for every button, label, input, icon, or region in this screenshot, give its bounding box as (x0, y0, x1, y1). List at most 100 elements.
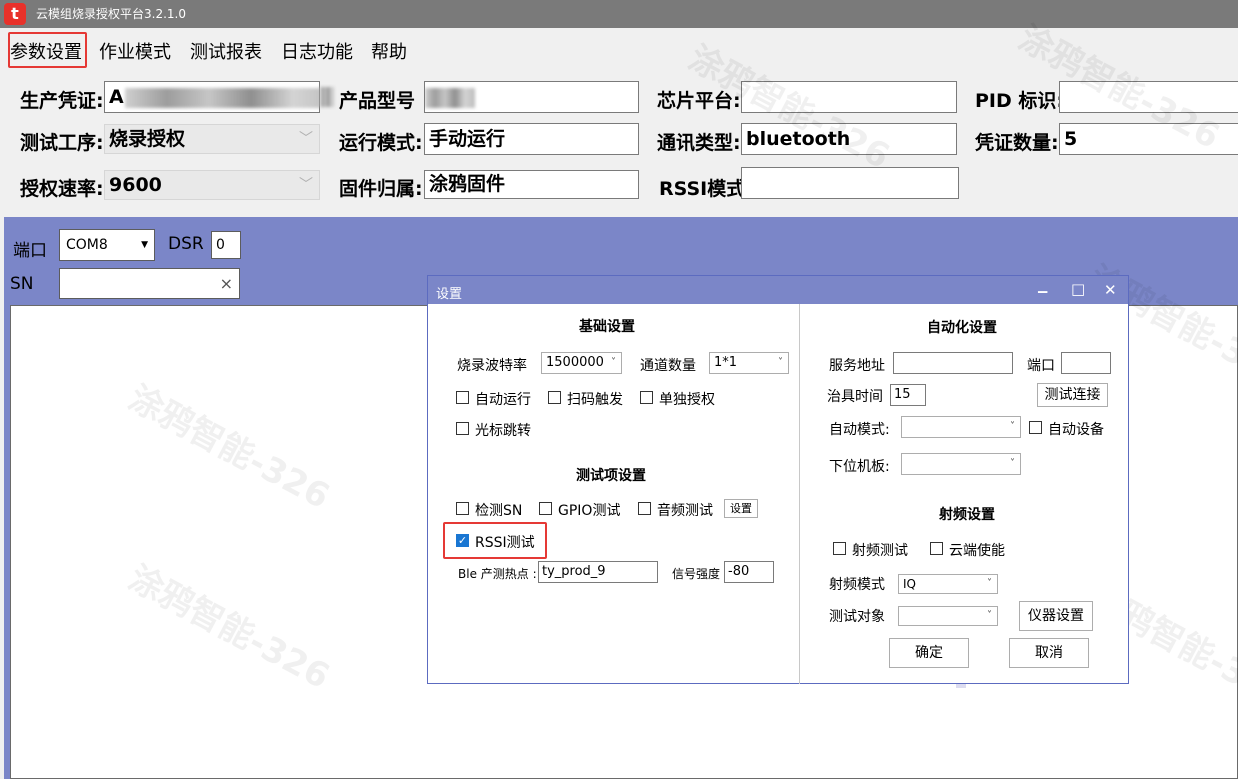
signal-strength-input[interactable]: -80 (724, 561, 774, 583)
instrument-settings-button[interactable]: 仪器设置 (1019, 601, 1093, 631)
redacted-blur (125, 88, 319, 108)
cancel-button[interactable]: 取消 (1009, 638, 1089, 668)
chip-platform-field[interactable] (741, 81, 957, 113)
rssi-mode-label: RSSI模式 (659, 178, 746, 200)
port-select[interactable]: COM8 ▼ (59, 229, 155, 261)
server-label: 服务地址 (829, 358, 885, 374)
cursor-jump-checkbox[interactable] (456, 422, 469, 435)
fixture-time-label: 治具时间 (827, 389, 883, 405)
production-cert-label: 生产凭证: (20, 90, 104, 112)
test-items-heading: 测试项设置 (576, 468, 646, 484)
fixture-time-input[interactable]: 15 (890, 384, 926, 406)
channels-value: 1*1 (714, 355, 738, 370)
menu-bar: 参数设置 作业模式 测试报表 日志功能 帮助 (0, 30, 1238, 70)
scan-trigger-label: 扫码触发 (567, 392, 623, 408)
menu-item-help[interactable]: 帮助 (371, 38, 407, 64)
chevron-down-icon: ˅ (1010, 421, 1015, 432)
auto-port-input[interactable] (1061, 352, 1111, 374)
dialog-title: 设置 (436, 287, 463, 302)
title-bar: t 云模组烧录授权平台3.2.1.0 (0, 0, 1238, 28)
chevron-down-icon: ˅ (611, 357, 616, 368)
rssi-mode-field[interactable] (741, 167, 959, 199)
cursor-jump-label: 光标跳转 (475, 423, 531, 439)
channels-select[interactable]: 1*1 ˅ (709, 352, 789, 374)
lower-board-select[interactable]: ˅ (901, 453, 1021, 475)
product-model-label: 产品型号 (339, 90, 416, 112)
close-icon[interactable]: ✕ (1104, 281, 1117, 299)
basic-settings-heading: 基础设置 (579, 319, 635, 335)
port-value: COM8 (66, 237, 108, 253)
scan-trigger-checkbox[interactable] (548, 391, 561, 404)
baud-label: 烧录波特率 (457, 358, 527, 374)
dsr-field[interactable]: 0 (211, 231, 241, 259)
single-auth-label: 单独授权 (659, 392, 715, 408)
test-connect-button[interactable]: 测试连接 (1037, 383, 1108, 407)
minimize-icon[interactable]: ▁ (1038, 279, 1047, 293)
cloud-enable-label: 云端使能 (949, 543, 1005, 559)
dropdown-arrow-icon: ▼ (141, 240, 148, 250)
comm-type-field[interactable]: bluetooth (741, 123, 957, 155)
audio-settings-button[interactable]: 设置 (724, 499, 758, 518)
ble-hotspot-input[interactable]: ty_prod_9 (538, 561, 658, 583)
auto-run-checkbox[interactable] (456, 391, 469, 404)
run-mode-field[interactable]: 手动运行 (424, 123, 639, 155)
redacted-blur (320, 87, 334, 107)
chevron-down-icon: ˅ (1010, 458, 1015, 469)
dsr-label: DSR (168, 234, 204, 254)
test-process-select[interactable]: 烧录授权 ﹀ (104, 124, 320, 154)
gpio-test-checkbox[interactable] (539, 502, 552, 515)
redacted-blur (425, 88, 475, 108)
pid-label: PID 标识: (975, 90, 1064, 112)
rssi-test-checkbox[interactable]: ✓ (456, 534, 469, 547)
test-target-label: 测试对象 (829, 609, 885, 625)
settings-dialog: 设置 ▁ □ ✕ 基础设置 烧录波特率 1500000 ˅ 通道数量 1*1 ˅… (427, 275, 1129, 684)
chevron-down-icon: ﹀ (299, 177, 313, 193)
window-title: 云模组烧录授权平台3.2.1.0 (36, 7, 186, 21)
menu-item-params[interactable]: 参数设置 (10, 38, 82, 64)
automation-heading: 自动化设置 (927, 320, 997, 336)
menu-item-test-report[interactable]: 测试报表 (190, 38, 262, 64)
audio-test-checkbox[interactable] (638, 502, 651, 515)
chevron-down-icon: ˅ (987, 578, 992, 589)
product-model-field[interactable] (424, 81, 639, 113)
server-input[interactable] (893, 352, 1013, 374)
test-process-value: 烧录授权 (109, 128, 186, 150)
firmware-owner-field[interactable]: 涂鸦固件 (424, 170, 639, 199)
menu-item-log[interactable]: 日志功能 (281, 38, 353, 64)
rf-heading: 射频设置 (939, 507, 995, 523)
chevron-down-icon: ﹀ (299, 131, 313, 147)
production-cert-field[interactable]: A (104, 81, 320, 113)
auto-mode-select[interactable]: ˅ (901, 416, 1021, 438)
clear-icon[interactable]: × (220, 274, 233, 293)
cloud-enable-checkbox[interactable] (930, 542, 943, 555)
app-logo-icon: t (4, 3, 26, 25)
ok-button[interactable]: 确定 (889, 638, 969, 668)
sn-input[interactable]: × (59, 268, 240, 299)
test-target-select[interactable]: ˅ (898, 606, 998, 626)
comm-type-label: 通讯类型: (657, 132, 741, 154)
auth-rate-select[interactable]: 9600 ﹀ (104, 170, 320, 200)
pid-field[interactable] (1059, 81, 1238, 113)
chip-platform-label: 芯片平台: (657, 90, 741, 112)
dialog-divider (799, 304, 800, 684)
firmware-owner-label: 固件归属: (339, 178, 423, 200)
cert-count-field[interactable]: 5 (1059, 123, 1238, 155)
gpio-test-label: GPIO测试 (558, 503, 621, 519)
single-auth-checkbox[interactable] (640, 391, 653, 404)
rf-test-checkbox[interactable] (833, 542, 846, 555)
maximize-icon[interactable]: □ (1071, 280, 1085, 298)
baud-select[interactable]: 1500000 ˅ (541, 352, 622, 374)
rssi-test-label: RSSI测试 (475, 535, 535, 551)
auto-device-label: 自动设备 (1048, 422, 1104, 438)
lower-board-label: 下位机板: (829, 459, 890, 475)
check-sn-label: 检测SN (475, 503, 523, 519)
menu-item-job-mode[interactable]: 作业模式 (99, 38, 171, 64)
check-sn-checkbox[interactable] (456, 502, 469, 515)
auto-device-checkbox[interactable] (1029, 421, 1042, 434)
rf-mode-select[interactable]: IQ ˅ (898, 574, 998, 594)
rf-mode-label: 射频模式 (829, 577, 885, 593)
test-process-label: 测试工序: (20, 132, 104, 154)
dialog-title-bar[interactable]: 设置 ▁ □ ✕ (428, 276, 1128, 304)
ble-hotspot-label: Ble 产测热点 : (458, 567, 537, 581)
auto-mode-label: 自动模式: (829, 422, 890, 438)
